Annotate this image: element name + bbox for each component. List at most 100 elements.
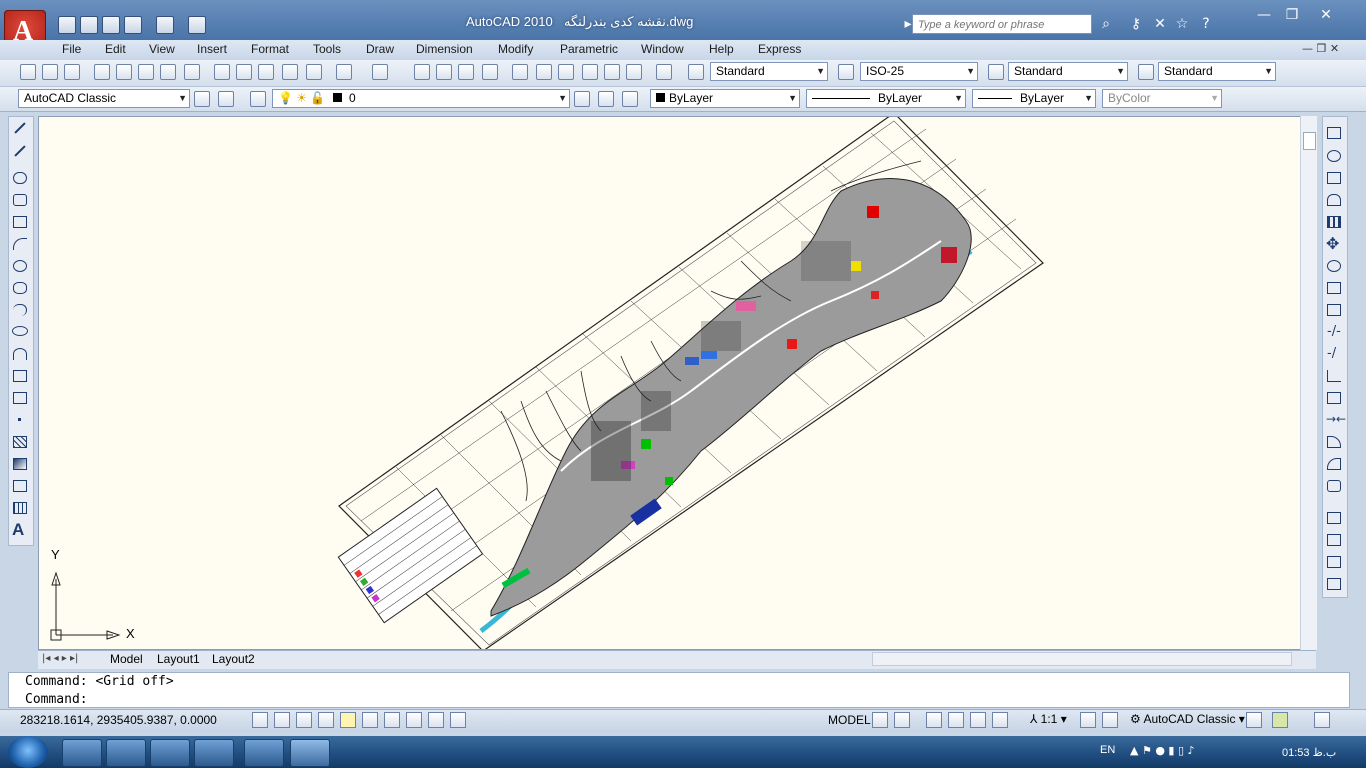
quickcalc-icon[interactable] xyxy=(626,64,642,80)
save-icon[interactable] xyxy=(102,16,120,34)
tab-layout1[interactable]: Layout1 xyxy=(157,652,200,666)
ortho-mode-icon[interactable] xyxy=(296,712,312,728)
horizontal-scrollbar[interactable] xyxy=(872,652,1292,666)
taskbar-autocad-icon[interactable] xyxy=(290,739,330,767)
dynamic-input-icon[interactable] xyxy=(406,712,422,728)
point-icon[interactable] xyxy=(18,418,21,421)
multileader-style-icon[interactable] xyxy=(1138,64,1154,80)
layer-select[interactable]: 💡 ☀ 🔓 0 ▼ xyxy=(272,89,570,108)
taskbar-ie-icon[interactable] xyxy=(194,739,234,767)
break-icon[interactable] xyxy=(1327,392,1341,404)
draworder-under-icon[interactable] xyxy=(1327,578,1341,590)
break-at-point-icon[interactable] xyxy=(1327,370,1341,382)
pan-icon[interactable] xyxy=(414,64,430,80)
ellipse-arc-icon[interactable] xyxy=(13,348,27,360)
workspace-select[interactable]: AutoCAD Classic ▼ xyxy=(18,89,190,108)
offset-icon[interactable] xyxy=(1327,194,1341,206)
multileader-style-select[interactable]: Standard ▼ xyxy=(1158,62,1276,81)
layer-manager-icon[interactable] xyxy=(250,91,266,107)
grid-display-icon[interactable] xyxy=(274,712,290,728)
sheet-set-icon[interactable] xyxy=(582,64,598,80)
properties-icon[interactable] xyxy=(512,64,528,80)
spline-icon[interactable] xyxy=(13,304,27,316)
favorites-icon[interactable]: ☆ xyxy=(1172,14,1192,34)
workspace-settings-icon[interactable] xyxy=(194,91,210,107)
binoculars-icon[interactable]: ⌕ xyxy=(1096,14,1116,34)
taskbar-folder-icon[interactable] xyxy=(106,739,146,767)
rotate-icon[interactable] xyxy=(1327,260,1341,272)
lineweight-select[interactable]: ByLayer ▼ xyxy=(972,89,1096,108)
tab-navigation-icons[interactable]: |◂ ◂ ▸ ▸| xyxy=(42,653,78,664)
quick-view-layouts-icon[interactable] xyxy=(872,712,888,728)
insert-block-icon[interactable] xyxy=(13,370,27,382)
coordinates-readout[interactable]: 283218.1614, 2935405.9387, 0.0000 xyxy=(20,713,217,727)
zoom-status-icon[interactable] xyxy=(948,712,964,728)
markup-set-icon[interactable] xyxy=(604,64,620,80)
maximize-icon[interactable]: ❐ xyxy=(1278,6,1306,26)
scroll-thumb[interactable] xyxy=(1303,132,1316,150)
menu-format[interactable]: Format xyxy=(251,42,289,56)
annotation-visibility-icon[interactable] xyxy=(1080,712,1096,728)
menu-express[interactable]: Express xyxy=(758,42,801,56)
help-icon[interactable]: ? xyxy=(1196,14,1216,34)
design-center-icon[interactable] xyxy=(536,64,552,80)
block-editor-icon[interactable] xyxy=(306,64,322,80)
menu-dimension[interactable]: Dimension xyxy=(416,42,473,56)
draworder-front-icon[interactable] xyxy=(1327,512,1341,524)
color-select[interactable]: ByLayer ▼ xyxy=(650,89,800,108)
taskbar-telegram-icon[interactable] xyxy=(150,739,190,767)
table-icon[interactable] xyxy=(13,502,27,514)
command-window[interactable]: Command: <Grid off> Command: xyxy=(8,672,1350,708)
layer-states-icon[interactable] xyxy=(622,91,638,107)
draworder-back-icon[interactable] xyxy=(1327,534,1341,546)
print-icon[interactable] xyxy=(94,64,110,80)
menu-modify[interactable]: Modify xyxy=(498,42,533,56)
table-style-icon[interactable] xyxy=(988,64,1004,80)
region-icon[interactable] xyxy=(13,480,27,492)
trim-icon[interactable]: -/- xyxy=(1327,324,1341,339)
tool-palettes-icon[interactable] xyxy=(558,64,574,80)
plot-preview-icon[interactable] xyxy=(116,64,132,80)
polar-tracking-icon[interactable] xyxy=(318,712,334,728)
menu-edit[interactable]: Edit xyxy=(105,42,126,56)
auto-scale-icon[interactable] xyxy=(1102,712,1118,728)
language-indicator[interactable]: EN xyxy=(1100,744,1115,756)
menu-help[interactable]: Help xyxy=(709,42,734,56)
explode-icon[interactable] xyxy=(1327,480,1341,492)
help-tool-icon[interactable] xyxy=(656,64,672,80)
undo-tool-icon[interactable] xyxy=(336,64,352,80)
table-style-select[interactable]: Standard ▼ xyxy=(1008,62,1128,81)
paste-icon[interactable] xyxy=(258,64,274,80)
quick-view-drawings-icon[interactable] xyxy=(894,712,910,728)
model-space-toggle[interactable]: MODEL xyxy=(828,713,871,727)
search-field[interactable] xyxy=(916,16,1092,34)
lineweight-toggle-icon[interactable] xyxy=(428,712,444,728)
menu-parametric[interactable]: Parametric xyxy=(560,42,618,56)
tab-model[interactable]: Model xyxy=(110,652,143,666)
publish-icon[interactable] xyxy=(138,64,154,80)
plot-icon[interactable] xyxy=(188,16,206,34)
3d-dwf-icon[interactable] xyxy=(160,64,176,80)
zoom-realtime-icon[interactable] xyxy=(436,64,452,80)
drawing-canvas[interactable] xyxy=(39,117,1301,649)
revision-cloud-icon[interactable] xyxy=(13,282,27,294)
move-icon[interactable]: ✥ xyxy=(1326,234,1339,253)
minimize-icon[interactable]: — xyxy=(1250,6,1278,26)
steering-wheel-icon[interactable] xyxy=(970,712,986,728)
doc-window-controls[interactable]: — ❐ ✕ xyxy=(1302,42,1339,55)
hardware-acceleration-icon[interactable] xyxy=(1272,712,1288,728)
text-style-icon[interactable] xyxy=(688,64,704,80)
workspace-toggle-icon[interactable] xyxy=(218,91,234,107)
circle-icon[interactable] xyxy=(13,260,27,272)
cut-icon[interactable] xyxy=(214,64,230,80)
mirror-icon[interactable] xyxy=(1327,172,1341,184)
make-object-layer-current-icon[interactable] xyxy=(574,91,590,107)
open-icon[interactable] xyxy=(80,16,98,34)
gradient-icon[interactable] xyxy=(13,458,27,470)
rectangle-icon[interactable] xyxy=(13,216,27,228)
taskbar-winrar-icon[interactable] xyxy=(244,739,284,767)
multiline-text-icon[interactable]: A xyxy=(12,520,24,540)
menu-file[interactable]: File xyxy=(62,42,81,56)
extend-icon[interactable]: -/ xyxy=(1327,346,1336,361)
menu-insert[interactable]: Insert xyxy=(197,42,227,56)
